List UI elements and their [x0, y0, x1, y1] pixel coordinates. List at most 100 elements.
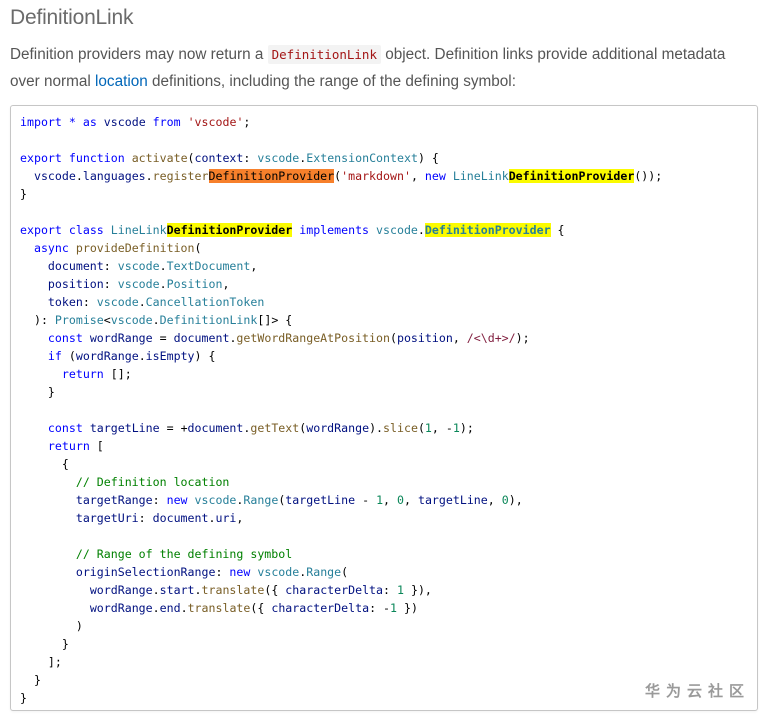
code-token: ): [20, 313, 55, 327]
code-token: implements [299, 223, 370, 237]
code-token: []> { [257, 313, 293, 327]
code-token: 1 [390, 601, 398, 615]
code-token: wordRange [89, 601, 153, 615]
code-token: register [152, 169, 209, 183]
code-line: wordRange.start.translate({ characterDel… [20, 581, 662, 599]
code-token: }), [403, 583, 432, 597]
code-line: const wordRange = document.getWordRangeA… [20, 329, 662, 347]
code-line: } [20, 671, 662, 689]
code-token: , [452, 331, 467, 345]
code-token: getText [250, 421, 300, 435]
code-token: , [236, 511, 244, 525]
code-line: // Range of the defining symbol [20, 545, 662, 563]
code-token: DefinitionLink [159, 313, 258, 327]
code-token: 'vscode' [187, 115, 244, 129]
code-token: 1 [376, 493, 384, 507]
code-token: uri [215, 511, 237, 525]
code-token: new [424, 169, 446, 183]
code-token: - [355, 493, 377, 507]
watermark-text: 华为云社区 [644, 682, 750, 700]
code-content: import * as vscode from 'vscode'; export… [20, 113, 662, 707]
code-token: import [20, 115, 62, 129]
code-token: end [159, 601, 181, 615]
code-token: , [410, 169, 425, 183]
code-line: // Definition location [20, 473, 662, 491]
code-token: slice [383, 421, 418, 435]
code-line: ) [20, 617, 662, 635]
code-token: // Range of the defining symbol [75, 547, 293, 561]
code-token: targetLine [285, 493, 356, 507]
location-link[interactable]: location [95, 73, 148, 90]
code-line: targetUri: document.uri, [20, 509, 662, 527]
code-token: const [47, 421, 83, 435]
code-line: ): Promise<vscode.DefinitionLink[]> { [20, 311, 662, 329]
code-token: DefinitionProvider [508, 169, 635, 183]
code-token: DefinitionProvider [424, 223, 551, 237]
code-token: from [152, 115, 181, 129]
code-token: vscode [117, 259, 160, 273]
code-token: }) [397, 601, 418, 615]
code-line: targetRange: new vscode.Range(targetLine… [20, 491, 662, 509]
code-token: CancellationToken [145, 295, 265, 309]
code-token: ); [515, 331, 530, 345]
code-token: ; [243, 115, 251, 129]
code-token: : [103, 259, 118, 273]
code-line: } [20, 635, 662, 653]
code-line: return []; [20, 365, 662, 383]
code-token: vscode [117, 277, 160, 291]
code-token: ( [389, 331, 397, 345]
code-line: } [20, 383, 662, 401]
code-token: start [159, 583, 195, 597]
code-token: 1 [452, 421, 460, 435]
code-token: ) [20, 619, 83, 633]
code-token: translate [201, 583, 265, 597]
code-token: { [550, 223, 565, 237]
code-token: DefinitionProvider [166, 223, 293, 237]
code-token: . [138, 295, 146, 309]
code-token: , [250, 259, 258, 273]
code-token: []; [103, 367, 132, 381]
code-line: export function activate(context: vscode… [20, 149, 662, 167]
code-token: isEmpty [145, 349, 195, 363]
code-token: return [61, 367, 104, 381]
code-token: async [33, 241, 69, 255]
code-token: ( [187, 151, 195, 165]
code-token: : [243, 151, 258, 165]
code-token: 1 [424, 421, 432, 435]
code-token: . [159, 259, 167, 273]
code-token: document [47, 259, 104, 273]
code-token: /<\d+>/ [466, 331, 516, 345]
code-token: as [82, 115, 97, 129]
code-line: import * as vscode from 'vscode'; [20, 113, 662, 131]
code-token: * [68, 115, 76, 129]
code-token: LineLink [110, 223, 167, 237]
code-token: , [383, 493, 398, 507]
code-line: } [20, 185, 662, 203]
code-token: } [20, 673, 41, 687]
code-token: . [152, 583, 160, 597]
code-token: vscode [257, 565, 300, 579]
code-token: ) { [194, 349, 216, 363]
code-token: context [194, 151, 244, 165]
code-line: return [ [20, 437, 662, 455]
code-token: [ [89, 439, 104, 453]
code-line: wordRange.end.translate({ characterDelta… [20, 599, 662, 617]
code-token: : [138, 511, 153, 525]
code-token: 'markdown' [341, 169, 411, 183]
code-line: document: vscode.TextDocument, [20, 257, 662, 275]
